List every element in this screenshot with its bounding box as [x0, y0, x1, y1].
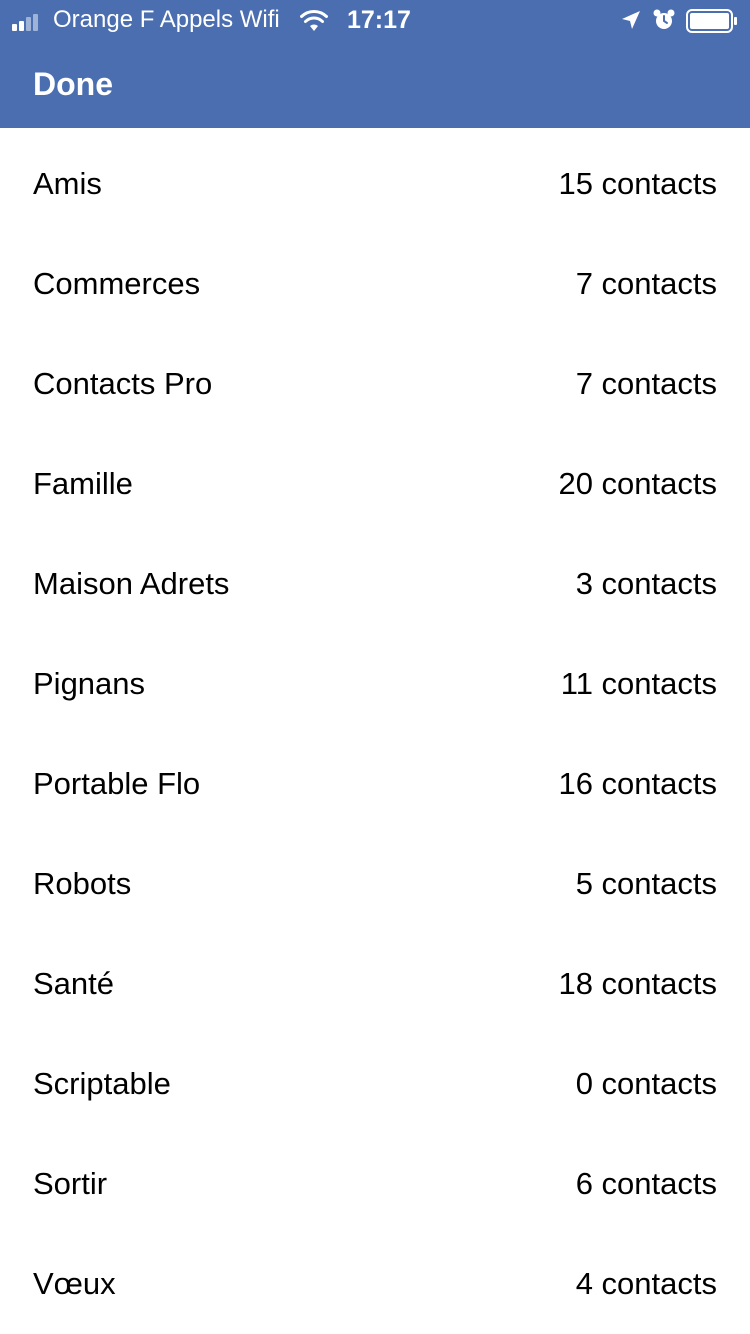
- status-bar: Orange F Appels Wifi 17:17: [0, 0, 750, 40]
- group-name: Contacts Pro: [33, 366, 213, 401]
- carrier-label: Orange F Appels Wifi: [53, 6, 280, 33]
- group-contact-count: 11 contacts: [560, 666, 717, 701]
- group-row[interactable]: Robots 5 contacts: [0, 834, 750, 934]
- group-contact-count: 16 contacts: [558, 766, 717, 801]
- group-row[interactable]: Contacts Pro 7 contacts: [0, 334, 750, 434]
- group-contact-count: 6 contacts: [575, 1166, 717, 1201]
- screen: Orange F Appels Wifi 17:17 Done Amis 15 …: [0, 0, 750, 1334]
- group-contact-count: 5 contacts: [575, 866, 717, 901]
- group-row[interactable]: Scriptable 0 contacts: [0, 1034, 750, 1134]
- group-name: Robots: [33, 866, 132, 901]
- group-name: Portable Flo: [33, 766, 201, 801]
- group-row[interactable]: Portable Flo 16 contacts: [0, 734, 750, 834]
- group-contact-count: 7 contacts: [575, 366, 717, 401]
- group-row[interactable]: Pignans 11 contacts: [0, 634, 750, 734]
- group-row[interactable]: Commerces 7 contacts: [0, 234, 750, 334]
- group-row[interactable]: Sortir 6 contacts: [0, 1134, 750, 1234]
- group-name: Commerces: [33, 266, 201, 301]
- group-contact-count: 18 contacts: [558, 966, 717, 1001]
- done-button[interactable]: Done: [33, 62, 113, 106]
- battery-icon: [686, 9, 737, 33]
- group-name: Pignans: [33, 666, 146, 701]
- group-name: Vœux: [33, 1266, 116, 1301]
- group-contact-count: 0 contacts: [575, 1066, 717, 1101]
- group-name: Sortir: [33, 1166, 108, 1201]
- group-contact-count: 3 contacts: [575, 566, 717, 601]
- group-contact-count: 20 contacts: [558, 466, 717, 501]
- wifi-icon: [300, 9, 328, 31]
- location-arrow-icon: [622, 11, 640, 29]
- group-name: Scriptable: [33, 1066, 171, 1101]
- group-name: Famille: [33, 466, 133, 501]
- group-row[interactable]: Santé 18 contacts: [0, 934, 750, 1034]
- navigation-header: Orange F Appels Wifi 17:17 Done: [0, 0, 750, 128]
- alarm-clock-icon: [653, 9, 675, 29]
- group-row[interactable]: Vœux 4 contacts: [0, 1234, 750, 1334]
- group-row[interactable]: Maison Adrets 3 contacts: [0, 534, 750, 634]
- status-time: 17:17: [347, 6, 411, 34]
- group-name: Amis: [33, 166, 102, 201]
- group-name: Maison Adrets: [33, 566, 230, 601]
- group-contact-count: 15 contacts: [558, 166, 717, 201]
- group-contact-count: 4 contacts: [575, 1266, 717, 1301]
- contact-group-list: Amis 15 contacts Commerces 7 contacts Contac…: [0, 134, 750, 1334]
- cellular-signal-icon: [12, 11, 48, 31]
- group-row[interactable]: Famille 20 contacts: [0, 434, 750, 534]
- group-contact-count: 7 contacts: [575, 266, 717, 301]
- group-row[interactable]: Amis 15 contacts: [0, 134, 750, 234]
- group-name: Santé: [33, 966, 115, 1001]
